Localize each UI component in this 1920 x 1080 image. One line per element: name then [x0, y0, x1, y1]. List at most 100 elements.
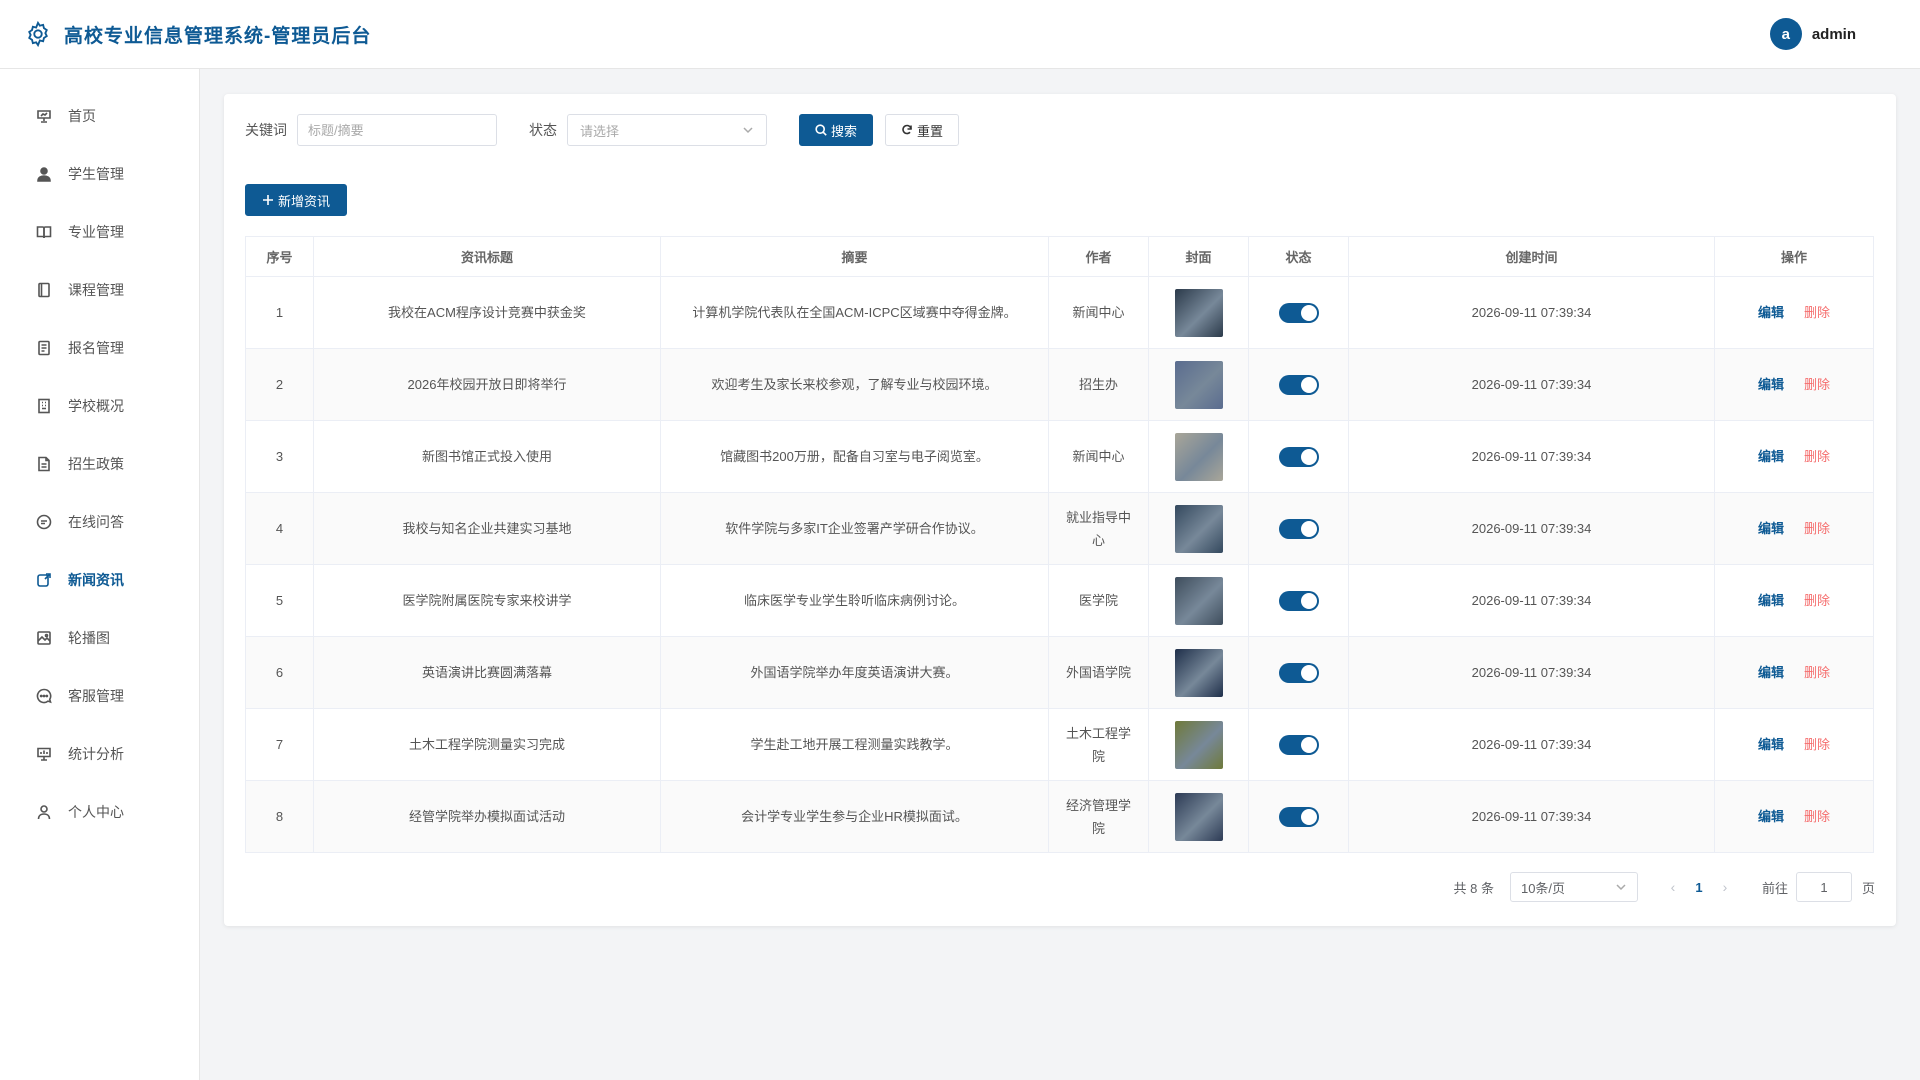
sidebar-item-5[interactable]: 学校概况 [0, 377, 199, 435]
sidebar-item-10[interactable]: 客服管理 [0, 667, 199, 725]
row-index: 4 [245, 492, 314, 565]
row-summary: 软件学院与多家IT企业签署产学研合作协议。 [660, 492, 1049, 565]
row-status-cell [1248, 420, 1349, 493]
plus-icon [263, 195, 273, 205]
edit-button[interactable]: 编辑 [1758, 805, 1784, 828]
row-actions: 编辑 删除 [1714, 492, 1874, 565]
row-summary: 会计学专业学生参与企业HR模拟面试。 [660, 780, 1049, 853]
sidebar-item-label: 招生政策 [68, 456, 124, 472]
prev-page-button[interactable]: ‹ [1662, 879, 1684, 895]
cover-image[interactable] [1174, 720, 1223, 769]
sidebar-item-9[interactable]: 轮播图 [0, 609, 199, 667]
status-toggle[interactable] [1278, 590, 1319, 611]
column-header: 序号 [245, 236, 314, 277]
row-cover-cell [1148, 492, 1249, 565]
sidebar-item-1[interactable]: 学生管理 [0, 145, 199, 203]
row-actions: 编辑 删除 [1714, 348, 1874, 421]
chevron-down-icon [1616, 884, 1626, 891]
delete-button[interactable]: 删除 [1804, 301, 1830, 324]
cover-image[interactable] [1174, 792, 1223, 841]
sidebar-item-4[interactable]: 报名管理 [0, 319, 199, 377]
sidebar-item-label: 学生管理 [68, 166, 124, 182]
sidebar-item-label: 课程管理 [68, 282, 124, 298]
edit-button[interactable]: 编辑 [1758, 301, 1784, 324]
presentation-icon [37, 110, 51, 123]
delete-button[interactable]: 删除 [1804, 589, 1830, 612]
cover-image[interactable] [1174, 576, 1223, 625]
status-toggle[interactable] [1278, 806, 1319, 827]
sidebar-item-8[interactable]: 新闻资讯 [0, 551, 199, 609]
sidebar-item-label: 客服管理 [68, 688, 124, 704]
status-toggle[interactable] [1278, 518, 1319, 539]
goto-page-input[interactable] [1795, 872, 1852, 902]
row-author: 新闻中心 [1048, 420, 1149, 493]
page-size-select[interactable]: 10条/页 [1509, 872, 1638, 902]
delete-button[interactable]: 删除 [1804, 661, 1830, 684]
row-author: 土木工程学院 [1048, 708, 1149, 781]
refresh-icon [902, 124, 912, 135]
status-toggle[interactable] [1278, 734, 1319, 755]
search-button[interactable]: 搜索 [799, 114, 874, 146]
delete-button[interactable]: 删除 [1804, 445, 1830, 468]
delete-button[interactable]: 删除 [1804, 805, 1830, 828]
sidebar-item-11[interactable]: 统计分析 [0, 725, 199, 783]
row-actions: 编辑 删除 [1714, 276, 1874, 349]
sidebar-item-12[interactable]: 个人中心 [0, 783, 199, 841]
sidebar-item-3[interactable]: 课程管理 [0, 261, 199, 319]
edit-button[interactable]: 编辑 [1758, 733, 1784, 756]
username[interactable]: admin [1812, 26, 1856, 43]
status-select-placeholder: 请选择 [580, 123, 620, 139]
status-toggle[interactable] [1278, 302, 1319, 323]
table-header-row: 序号 资讯标题 摘要 作者 封面 状态 创建时间 操作 [245, 236, 1874, 277]
edit-button[interactable]: 编辑 [1758, 445, 1784, 468]
page-size-value: 10条/页 [1520, 880, 1566, 896]
status-select[interactable]: 请选择 [567, 114, 767, 146]
row-cover-cell [1148, 348, 1249, 421]
edit-button[interactable]: 编辑 [1758, 517, 1784, 540]
row-author: 医学院 [1048, 564, 1149, 637]
delete-button[interactable]: 删除 [1804, 517, 1830, 540]
row-created: 2026-09-11 07:39:34 [1348, 276, 1715, 349]
sidebar-item-label: 在线问答 [68, 514, 124, 530]
sidebar-item-0[interactable]: 首页 [0, 87, 199, 145]
pagination-total: 共 8 条 [1453, 880, 1494, 896]
gear-icon [28, 20, 48, 48]
keyword-input[interactable] [297, 114, 497, 146]
document-icon [38, 340, 50, 356]
logo: 高校专业信息管理系统-管理员后台 [24, 20, 371, 48]
column-header: 摘要 [660, 236, 1049, 277]
notebook-icon [38, 282, 50, 298]
status-toggle[interactable] [1278, 662, 1319, 683]
chat-icon [36, 514, 52, 530]
file-text-icon [38, 456, 50, 472]
reset-button[interactable]: 重置 [885, 114, 960, 146]
cover-image[interactable] [1174, 288, 1223, 337]
edit-button[interactable]: 编辑 [1758, 373, 1784, 396]
status-toggle[interactable] [1278, 446, 1319, 467]
row-title: 医学院附属医院专家来校讲学 [313, 564, 661, 637]
table-row: 3 新图书馆正式投入使用 馆藏图书200万册，配备自习室与电子阅览室。 新闻中心 202… [245, 420, 1874, 493]
edit-button[interactable]: 编辑 [1758, 589, 1784, 612]
row-index: 3 [245, 420, 314, 493]
row-cover-cell [1148, 636, 1249, 709]
cover-image[interactable] [1174, 504, 1223, 553]
delete-button[interactable]: 删除 [1804, 373, 1830, 396]
user-menu[interactable]: a admin [1769, 18, 1896, 50]
row-status-cell [1248, 348, 1349, 421]
add-news-button[interactable]: 新增资讯 [245, 184, 348, 216]
row-cover-cell [1148, 420, 1249, 493]
sidebar-item-2[interactable]: 专业管理 [0, 203, 199, 261]
cover-image[interactable] [1174, 360, 1223, 409]
row-cover-cell [1148, 564, 1249, 637]
cover-image[interactable] [1174, 648, 1223, 697]
sidebar-item-6[interactable]: 招生政策 [0, 435, 199, 493]
edit-button[interactable]: 编辑 [1758, 661, 1784, 684]
page-number-current[interactable]: 1 [1684, 880, 1714, 895]
avatar[interactable]: a [1769, 18, 1802, 50]
status-toggle[interactable] [1278, 374, 1319, 395]
sidebar-item-7[interactable]: 在线问答 [0, 493, 199, 551]
book-icon [36, 226, 52, 239]
delete-button[interactable]: 删除 [1804, 733, 1830, 756]
next-page-button[interactable]: › [1714, 879, 1736, 895]
cover-image[interactable] [1174, 432, 1223, 481]
